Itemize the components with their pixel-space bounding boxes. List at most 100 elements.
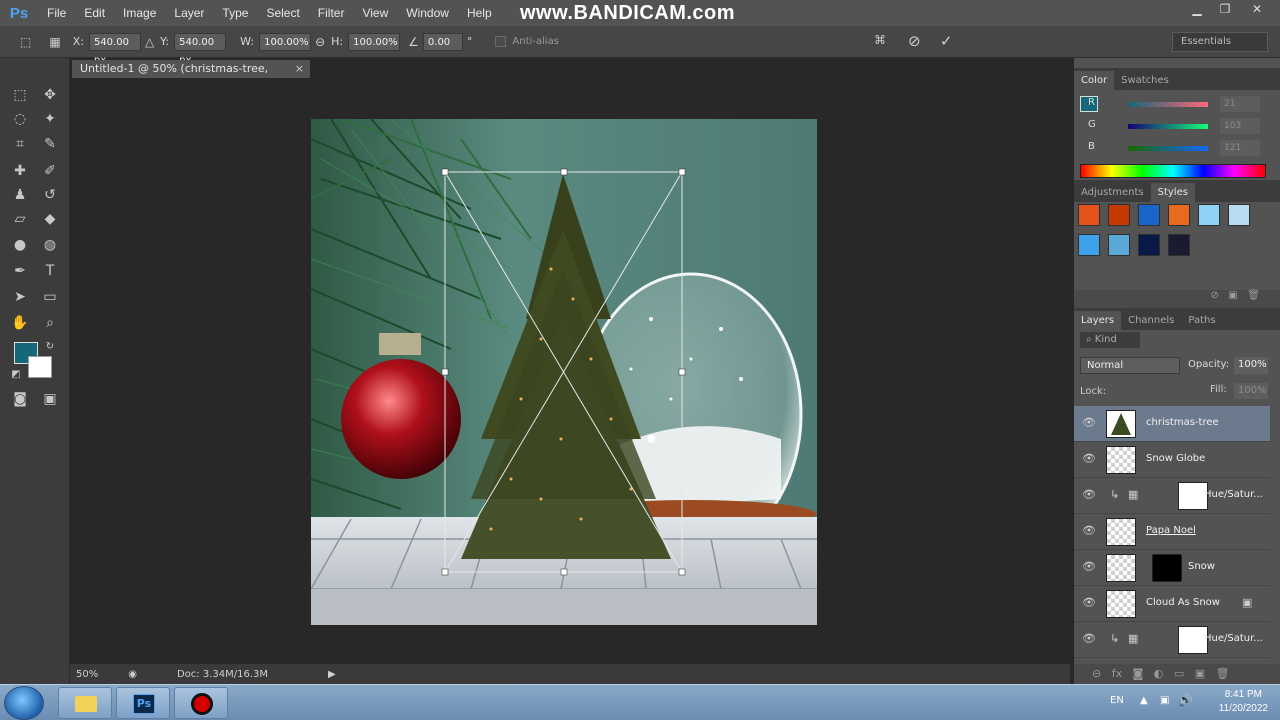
move-tool-icon[interactable]: ✥ <box>38 84 62 106</box>
layer-row[interactable]: 👁 Snow Globe <box>1074 442 1270 478</box>
b-slider[interactable] <box>1128 146 1208 151</box>
background-color-swatch[interactable] <box>28 356 52 378</box>
tray-arrow-icon[interactable]: ▲ <box>1140 695 1148 706</box>
visibility-eye-icon[interactable]: 👁 <box>1082 560 1096 573</box>
minimize-button[interactable]: ▁ <box>1182 0 1212 18</box>
screen-mode-icon[interactable]: ▣ <box>38 388 62 410</box>
status-menu-arrow-icon[interactable]: ▶ <box>328 669 336 680</box>
style-swatch[interactable] <box>1198 204 1220 226</box>
tab-adjustments[interactable]: Adjustments <box>1074 183 1151 202</box>
visibility-eye-icon[interactable]: 👁 <box>1082 452 1096 465</box>
link-icon[interactable]: ⊖ <box>315 35 325 49</box>
photoshop-taskbar-button[interactable]: Ps <box>116 687 170 719</box>
menu-window[interactable]: Window <box>397 6 458 20</box>
cancel-transform-icon[interactable]: ⊘ <box>908 32 921 50</box>
tab-swatches[interactable]: Swatches <box>1114 71 1176 90</box>
zoom-level[interactable]: 50% <box>76 669 98 680</box>
menu-select[interactable]: Select <box>257 6 308 20</box>
layer-name[interactable]: Snow Globe <box>1146 453 1205 464</box>
layer-name[interactable]: Papa Noel <box>1146 525 1196 536</box>
menu-type[interactable]: Type <box>213 6 257 20</box>
rectangle-tool-icon[interactable]: ▭ <box>38 286 62 308</box>
explorer-taskbar-button[interactable] <box>58 687 112 719</box>
visibility-eye-icon[interactable]: 👁 <box>1082 488 1096 501</box>
eraser-tool-icon[interactable]: ▱ <box>8 208 32 230</box>
bandicam-taskbar-button[interactable] <box>174 687 228 719</box>
style-swatch[interactable] <box>1138 204 1160 226</box>
marquee-tool-icon[interactable]: ⬚ <box>8 84 32 106</box>
style-swatch[interactable] <box>1108 234 1130 256</box>
layer-filter-kind[interactable]: ⌕ Kind <box>1080 332 1140 348</box>
r-slider[interactable] <box>1128 102 1208 107</box>
eyedropper-icon[interactable]: ✎ <box>38 133 62 155</box>
blend-mode-select[interactable]: Normal <box>1080 357 1180 374</box>
style-swatch[interactable] <box>1078 234 1100 256</box>
visibility-eye-icon[interactable]: 👁 <box>1082 632 1096 645</box>
status-info-icon[interactable]: ◉ <box>128 669 137 680</box>
visibility-eye-icon[interactable]: 👁 <box>1082 596 1096 609</box>
volume-icon[interactable]: 🔊 <box>1178 693 1193 707</box>
document-canvas[interactable] <box>311 119 817 625</box>
layer-name[interactable]: christmas-tree <box>1146 417 1219 428</box>
tray-app-icon[interactable]: ▣ <box>1160 695 1169 706</box>
tab-styles[interactable]: Styles <box>1150 183 1195 202</box>
style-swatch[interactable] <box>1078 204 1100 226</box>
tab-paths[interactable]: Paths <box>1181 311 1222 330</box>
visibility-eye-icon[interactable]: 👁 <box>1082 524 1096 537</box>
w-field[interactable]: 100.00% <box>259 32 312 51</box>
layer-name[interactable]: Cloud As Snow <box>1146 597 1220 608</box>
layer-row[interactable]: 👁 Snow <box>1074 550 1270 586</box>
dodge-tool-icon[interactable]: ◍ <box>38 234 62 256</box>
tab-color[interactable]: Color <box>1074 71 1115 90</box>
delta-icon[interactable]: △ <box>145 35 154 49</box>
style-swatch[interactable] <box>1138 234 1160 256</box>
menu-image[interactable]: Image <box>114 6 165 20</box>
history-brush-icon[interactable]: ↺ <box>38 184 62 206</box>
layer-row[interactable]: 👁 Papa Noel <box>1074 514 1270 550</box>
style-swatch[interactable] <box>1228 204 1250 226</box>
warp-icon[interactable]: ⌘ <box>874 33 886 47</box>
layer-row[interactable]: 👁 ↳ ▦ Hue/Satur... <box>1074 622 1270 658</box>
menu-filter[interactable]: Filter <box>309 6 354 20</box>
document-tab[interactable]: Untitled-1 @ 50% (christmas-tree, RGB/8)… <box>72 60 310 93</box>
start-button[interactable] <box>4 686 44 720</box>
default-colors-icon[interactable]: ◩ <box>4 364 28 386</box>
layer-name[interactable]: Hue/Satur... <box>1204 489 1263 500</box>
tab-layers[interactable]: Layers <box>1074 311 1122 330</box>
g-value[interactable]: 103 <box>1220 118 1260 134</box>
color-spectrum-bar[interactable] <box>1080 164 1266 178</box>
reference-point-icon[interactable]: ▦ <box>49 35 60 49</box>
close-window-button[interactable]: ✕ <box>1242 0 1272 18</box>
clone-stamp-icon[interactable]: ♟ <box>8 184 32 206</box>
antialias-checkbox[interactable] <box>495 36 507 47</box>
swap-colors-icon[interactable]: ↻ <box>38 336 62 358</box>
style-swatch[interactable] <box>1168 204 1190 226</box>
zoom-tool-icon[interactable]: ⌕ <box>38 312 62 334</box>
commit-transform-icon[interactable]: ✓ <box>940 32 953 50</box>
system-clock[interactable]: 8:41 PM 11/20/2022 <box>1219 688 1268 716</box>
x-field[interactable]: 540.00 px <box>88 32 141 66</box>
close-document-icon[interactable]: × <box>295 60 304 78</box>
layer-row[interactable]: 👁 Cloud As Snow ▣ <box>1074 586 1270 622</box>
layer-name[interactable]: Snow <box>1188 561 1215 572</box>
visibility-eye-icon[interactable]: 👁 <box>1082 416 1096 429</box>
menu-edit[interactable]: Edit <box>75 6 114 20</box>
style-swatch[interactable] <box>1108 204 1130 226</box>
quick-mask-icon[interactable]: ◙ <box>8 388 32 410</box>
layer-row[interactable]: 👁 christmas-tree <box>1074 406 1270 442</box>
fill-field[interactable]: 100% <box>1234 383 1268 399</box>
angle-field[interactable]: 0.00 <box>422 32 463 51</box>
brush-tool-icon[interactable]: ✐ <box>38 160 62 182</box>
g-slider[interactable] <box>1128 124 1208 129</box>
crop-tool-icon[interactable]: ⌗ <box>8 133 32 155</box>
menu-layer[interactable]: Layer <box>165 6 213 20</box>
transform-tool-icon[interactable]: ⬚ <box>20 35 31 49</box>
menu-file[interactable]: File <box>38 6 75 20</box>
y-field[interactable]: 540.00 px <box>174 32 227 66</box>
paint-bucket-icon[interactable]: ◆ <box>38 208 62 230</box>
b-value[interactable]: 121 <box>1220 140 1260 156</box>
path-select-icon[interactable]: ➤ <box>8 286 32 308</box>
layer-row[interactable]: 👁 ↳ ▦ Hue/Satur... <box>1074 478 1270 514</box>
language-indicator[interactable]: EN <box>1110 695 1124 706</box>
menu-view[interactable]: View <box>353 6 397 20</box>
